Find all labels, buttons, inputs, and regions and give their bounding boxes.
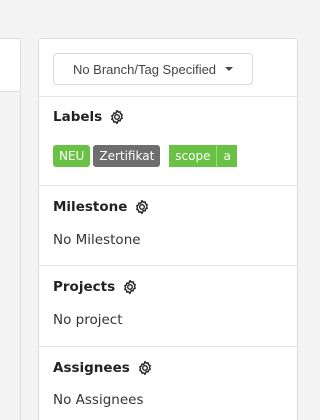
divider <box>39 96 297 97</box>
gear-icon[interactable] <box>134 199 150 215</box>
assignees-section-header: Assignees <box>53 360 153 376</box>
labels-list: NEU Zertifikat scope a <box>53 145 243 167</box>
scoped-label-key: scope <box>169 145 218 167</box>
labels-section-header: Labels <box>53 109 125 125</box>
milestone-value: No Milestone <box>53 232 141 248</box>
projects-title: Projects <box>53 279 116 295</box>
divider <box>39 265 297 266</box>
scoped-label-value: a <box>217 145 237 167</box>
assignees-title: Assignees <box>53 360 130 376</box>
branch-tag-dropdown[interactable]: No Branch/Tag Specified <box>53 53 253 85</box>
milestone-section-header: Milestone <box>53 199 150 215</box>
left-content-panel <box>0 38 21 92</box>
left-content-area <box>0 92 21 420</box>
gear-icon[interactable] <box>122 279 138 295</box>
divider <box>39 185 297 186</box>
branch-tag-label: No Branch/Tag Specified <box>72 61 217 77</box>
gear-icon[interactable] <box>109 109 125 125</box>
projects-section-header: Projects <box>53 279 138 295</box>
issue-sidebar: No Branch/Tag Specified Labels NEU Zerti… <box>38 38 298 420</box>
label-neu[interactable]: NEU <box>53 145 91 167</box>
caret-down-icon <box>225 67 234 71</box>
label-zertifikat[interactable]: Zertifikat <box>93 145 161 167</box>
label-scoped[interactable]: scope a <box>163 145 243 167</box>
milestone-title: Milestone <box>53 199 128 215</box>
gear-icon[interactable] <box>137 360 153 376</box>
assignees-value: No Assignees <box>53 392 144 408</box>
projects-value: No project <box>53 312 123 328</box>
divider <box>39 346 297 347</box>
labels-title: Labels <box>53 109 103 125</box>
